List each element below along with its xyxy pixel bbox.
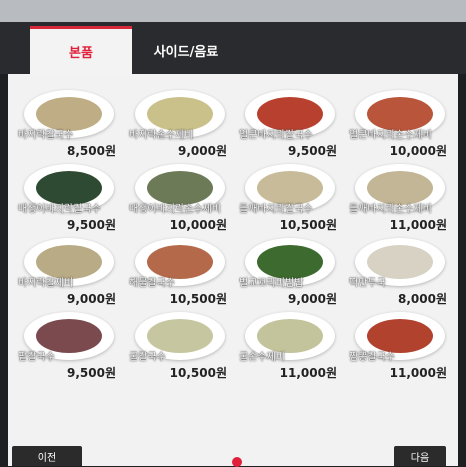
menu-item-jjamppong-kalguksu[interactable]: 짬뽕칼국수 11,000원 [349,312,459,384]
item-name: 바지락손수제비 [129,130,194,141]
item-price: 11,000원 [279,366,337,380]
item-name: 들깨바지락손수제비 [349,204,432,215]
item-name: 바지락칼국수 [18,130,74,141]
item-name: 짬뽕칼국수 [349,352,395,363]
item-name: 굴칼국수 [129,352,166,363]
top-bar [0,0,466,22]
menu-item-oyster-sujebi[interactable]: 굴손수제비 11,000원 [239,312,349,384]
item-name: 매생이바지락손수제비 [129,204,221,215]
item-name: 굴손수제비 [239,352,285,363]
item-price: 10,500원 [169,292,227,306]
item-name: 팥칼국수 [18,352,55,363]
menu-item-red-bean-kalguksu[interactable]: 팥칼국수 9,500원 [18,312,128,384]
item-price: 8,500원 [67,144,116,158]
item-name: 얼큰바지락칼국수 [239,130,313,141]
menu-item-perilla-kalguksu[interactable]: 들깨바지락칼국수 10,500원 [239,164,349,236]
next-page-button[interactable]: 다음 [394,446,446,466]
item-price: 8,000원 [398,292,447,306]
item-price: 9,500원 [67,366,116,380]
item-name: 해물칼국수 [129,278,175,289]
tab-side-drinks[interactable]: 사이드/음료 [136,26,236,74]
item-price: 11,000원 [389,366,447,380]
menu-item-spicy-clam-kalguksu[interactable]: 얼큰바지락칼국수 9,500원 [239,90,349,162]
item-price: 9,500원 [67,218,116,232]
item-price: 10,000원 [169,218,227,232]
item-name: 벌교꼬막비빔밥 [239,278,304,289]
menu-item-perilla-sujebi[interactable]: 들깨바지락손수제비 11,000원 [349,164,459,236]
menu-item-maesaengi-sujebi[interactable]: 매생이바지락손수제비 10,000원 [129,164,239,236]
item-price: 11,000원 [389,218,447,232]
item-name: 들깨바지락칼국수 [239,204,313,215]
item-price: 9,000원 [67,292,116,306]
item-price: 10,500원 [279,218,337,232]
menu-item-tteok-mandu-guk[interactable]: 떡만두국 8,000원 [349,238,459,310]
item-price: 9,500원 [288,144,337,158]
item-price: 10,000원 [389,144,447,158]
menu-item-spicy-clam-sujebi[interactable]: 얼큰바지락손수제비 10,000원 [349,90,459,162]
item-name: 매생이바지락칼국수 [18,204,101,215]
menu-item-cockle-bibimbap[interactable]: 벌교꼬막비빔밥 9,000원 [239,238,349,310]
prev-page-button[interactable]: 이전 [12,446,82,466]
menu-item-clam-kaljebi[interactable]: 바지락칼제비 9,000원 [18,238,128,310]
item-name: 떡만두국 [349,278,386,289]
menu-panel: 바지락칼국수 8,500원 바지락손수제비 9,000원 얼큰바지락칼국수 9,… [8,74,458,466]
menu-item-seafood-kalguksu[interactable]: 해물칼국수 10,500원 [129,238,239,310]
item-price: 9,000원 [178,144,227,158]
item-name: 얼큰바지락손수제비 [349,130,432,141]
menu-item-clam-sujebi[interactable]: 바지락손수제비 9,000원 [129,90,239,162]
item-name: 바지락칼제비 [18,278,74,289]
menu-item-oyster-kalguksu[interactable]: 굴칼국수 10,500원 [129,312,239,384]
item-price: 10,500원 [169,366,227,380]
menu-item-clam-kalguksu[interactable]: 바지락칼국수 8,500원 [18,90,128,162]
item-price: 9,000원 [288,292,337,306]
menu-item-maesaengi-kalguksu[interactable]: 매생이바지락칼국수 9,500원 [18,164,128,236]
tab-main-menu[interactable]: 본품 [30,26,132,74]
